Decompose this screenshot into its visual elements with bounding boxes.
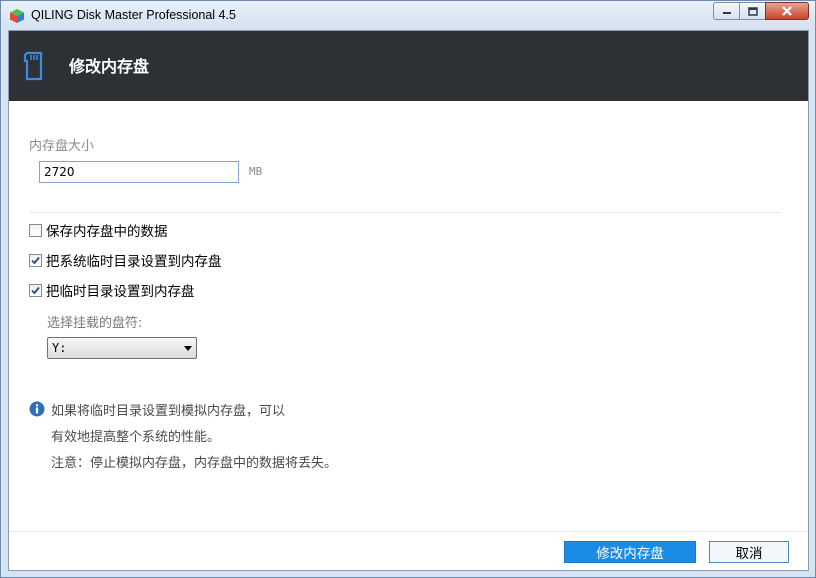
dialog-content: 修改内存盘 内存盘大小 MB 保存内存盘中的数据 把系统临时目录设置到内存盘 把… bbox=[8, 30, 809, 571]
drive-label: 选择挂载的盘符: bbox=[47, 316, 143, 331]
close-icon bbox=[782, 6, 792, 16]
footer-divider bbox=[9, 531, 808, 532]
minimize-button[interactable] bbox=[713, 2, 739, 20]
drive-select[interactable]: Y: bbox=[47, 337, 197, 359]
system-temp-option[interactable]: 把系统临时目录设置到内存盘 bbox=[29, 250, 222, 270]
temp-label: 把临时目录设置到内存盘 bbox=[46, 284, 195, 300]
size-unit: MB bbox=[249, 165, 263, 178]
keep-data-option[interactable]: 保存内存盘中的数据 bbox=[29, 220, 168, 240]
window-title: QILING Disk Master Professional 4.5 bbox=[31, 8, 236, 22]
minimize-icon bbox=[722, 12, 731, 14]
app-cube-icon bbox=[10, 9, 24, 23]
info-icon bbox=[29, 401, 45, 417]
temp-option[interactable]: 把临时目录设置到内存盘 bbox=[29, 280, 195, 300]
close-button[interactable] bbox=[765, 2, 809, 20]
temp-checkbox[interactable] bbox=[29, 283, 42, 297]
size-input[interactable] bbox=[39, 161, 239, 183]
title-bar[interactable]: QILING Disk Master Professional 4.5 bbox=[1, 1, 815, 30]
maximize-icon bbox=[747, 6, 758, 16]
info-text-line1: 如果将临时目录设置到模拟内存盘，可以 bbox=[51, 404, 286, 419]
drive-select-value: Y: bbox=[52, 341, 67, 355]
info-text-line2: 有效地提高整个系统的性能。 bbox=[51, 430, 221, 445]
cancel-button[interactable]: 取消 bbox=[709, 541, 789, 563]
keep-data-label: 保存内存盘中的数据 bbox=[46, 224, 168, 240]
checkmark-icon bbox=[31, 286, 40, 294]
page-title: 修改内存盘 bbox=[69, 57, 150, 76]
dialog-window: QILING Disk Master Professional 4.5 修改内存… bbox=[0, 0, 816, 578]
keep-data-checkbox[interactable] bbox=[29, 223, 42, 237]
maximize-button[interactable] bbox=[739, 2, 765, 20]
dialog-header: 修改内存盘 bbox=[9, 31, 808, 101]
modify-ramdisk-button[interactable]: 修改内存盘 bbox=[564, 541, 696, 563]
dropdown-arrow-icon bbox=[184, 346, 192, 351]
system-temp-checkbox[interactable] bbox=[29, 253, 42, 267]
section-divider bbox=[29, 212, 781, 213]
window-controls bbox=[713, 2, 809, 21]
system-temp-label: 把系统临时目录设置到内存盘 bbox=[46, 254, 222, 270]
memory-card-icon bbox=[23, 51, 43, 81]
info-text-line3: 注意：停止模拟内存盘，内存盘中的数据将丢失。 bbox=[51, 456, 338, 471]
checkmark-icon bbox=[31, 256, 40, 264]
size-label: 内存盘大小 bbox=[29, 139, 95, 154]
